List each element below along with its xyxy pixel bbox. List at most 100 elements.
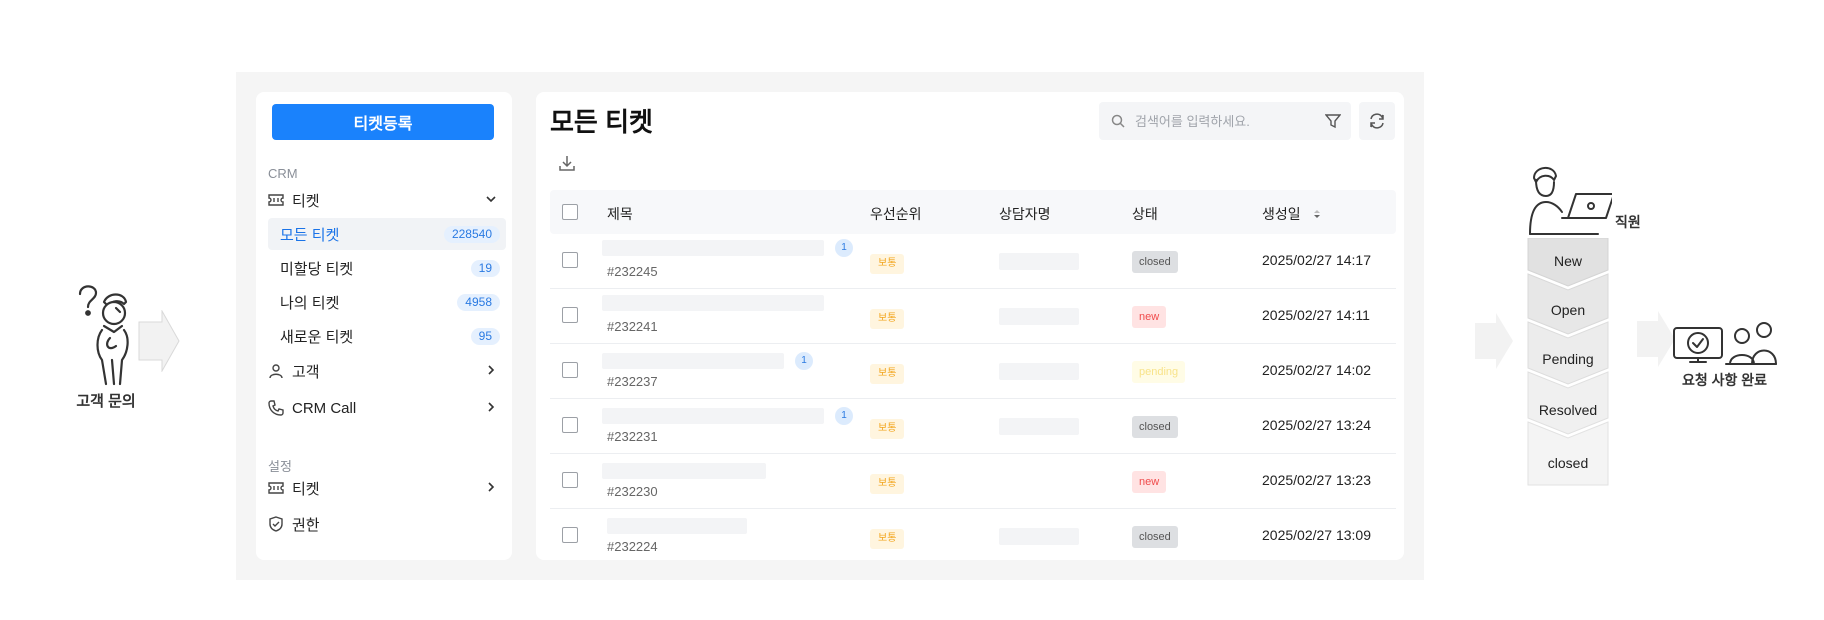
title-placeholder <box>602 408 824 424</box>
status-step-open: Open <box>1550 302 1586 318</box>
page-title: 모든 티켓 <box>550 107 653 137</box>
search-input[interactable] <box>1135 111 1305 131</box>
reply-count-badge: 1 <box>795 352 813 370</box>
sidebar-item-new-tickets[interactable]: 새로운 티켓 95 <box>268 320 506 352</box>
title-placeholder <box>607 518 747 534</box>
sidebar-item-customer[interactable]: 고객 <box>268 356 504 386</box>
agent-placeholder <box>999 363 1079 380</box>
select-all-checkbox[interactable] <box>562 204 578 220</box>
priority-badge: 보통 <box>870 419 905 439</box>
ticket-icon <box>268 192 284 208</box>
sidebar-item-permission[interactable]: 권한 <box>268 509 504 539</box>
search-box <box>1099 102 1351 140</box>
agent-placeholder <box>999 308 1079 325</box>
priority-badge: 보통 <box>870 474 905 494</box>
column-created[interactable]: 생성일 <box>1262 204 1301 224</box>
flow-arrow-icon <box>1475 313 1513 369</box>
created-date: 2025/02/27 13:23 <box>1262 472 1371 488</box>
status-badge: pending <box>1132 361 1186 383</box>
status-step-resolved: Resolved <box>1538 402 1598 418</box>
priority-badge: 보통 <box>870 364 905 384</box>
created-date: 2025/02/27 14:11 <box>1262 307 1370 323</box>
download-icon[interactable] <box>558 154 576 172</box>
sidebar-item-label: 티켓 <box>292 192 320 210</box>
sidebar-item-unassigned-tickets[interactable]: 미할당 티켓 19 <box>268 252 506 284</box>
status-step-closed: closed <box>1547 455 1589 471</box>
sidebar-item-settings-ticket[interactable]: 티켓 <box>268 473 504 503</box>
priority-badge: 보통 <box>870 309 905 329</box>
sidebar-item-label: CRM Call <box>292 399 357 417</box>
row-checkbox[interactable] <box>562 362 578 378</box>
refresh-button[interactable] <box>1359 102 1395 140</box>
count-badge: 228540 <box>443 226 500 243</box>
phone-icon <box>268 400 284 416</box>
request-complete-label: 요청 사항 완료 <box>1682 372 1768 388</box>
table-header: 제목 우선순위 상담자명 상태 생성일 <box>550 190 1396 234</box>
sidebar-item-label: 고객 <box>292 363 320 381</box>
refresh-icon <box>1370 113 1384 129</box>
sidebar-item-label: 나의 티켓 <box>280 294 340 312</box>
status-badge: closed <box>1132 251 1178 273</box>
status-flow: New Open Pending Resolved closed <box>1527 238 1609 486</box>
status-badge: new <box>1132 471 1167 493</box>
status-step-new: New <box>1553 253 1582 269</box>
ticket-id: #232241 <box>607 319 658 334</box>
sidebar-item-label: 새로운 티켓 <box>280 328 354 346</box>
flow-arrow-icon <box>1637 311 1675 367</box>
status-step-pending: Pending <box>1542 351 1594 367</box>
chevron-right-icon <box>488 365 495 375</box>
column-priority: 우선순위 <box>870 206 922 222</box>
ticket-id: #232237 <box>607 374 658 389</box>
register-ticket-button[interactable]: 티켓등록 <box>272 104 494 140</box>
reply-count-badge: 1 <box>835 239 853 257</box>
chevron-right-icon <box>488 402 495 412</box>
sidebar-item-all-tickets[interactable]: 모든 티켓 228540 <box>268 218 506 250</box>
customer-label: 고객 문의 <box>76 393 136 410</box>
priority-badge: 보통 <box>870 529 905 549</box>
created-date: 2025/02/27 13:09 <box>1262 527 1371 543</box>
sidebar-item-crm-call[interactable]: CRM Call <box>268 393 504 423</box>
flow-arrow-icon <box>138 310 180 372</box>
row-checkbox[interactable] <box>562 252 578 268</box>
chevron-right-icon <box>488 482 495 492</box>
search-icon <box>1111 114 1125 128</box>
count-badge: 95 <box>470 328 500 345</box>
table-row[interactable]: 1 #232245 보통 closed 2025/02/27 14:17 <box>550 234 1396 289</box>
sidebar-item-label: 권한 <box>292 516 320 534</box>
column-status: 상태 <box>1132 206 1158 222</box>
sidebar-item-label: 티켓 <box>292 480 320 498</box>
title-placeholder <box>602 353 784 369</box>
shield-check-icon <box>268 516 284 532</box>
ticket-id: #232245 <box>607 264 658 279</box>
ticket-id: #232230 <box>607 484 658 499</box>
filter-icon[interactable] <box>1325 113 1341 129</box>
sidebar-item-label: 모든 티켓 <box>280 226 340 244</box>
row-checkbox[interactable] <box>562 307 578 323</box>
title-placeholder <box>602 463 766 479</box>
sidebar-item-my-tickets[interactable]: 나의 티켓 4958 <box>268 286 506 318</box>
reply-count-badge: 1 <box>835 407 853 425</box>
table-row[interactable]: 1 #232237 보통 pending 2025/02/27 14:02 <box>550 344 1396 399</box>
count-badge: 19 <box>470 260 500 277</box>
table-row[interactable]: 1 #232231 보통 closed 2025/02/27 13:24 <box>550 399 1396 454</box>
agent-placeholder <box>999 528 1079 545</box>
title-placeholder <box>602 240 824 256</box>
sort-icon[interactable] <box>1312 209 1322 219</box>
row-checkbox[interactable] <box>562 472 578 488</box>
user-icon <box>268 363 284 379</box>
status-badge: closed <box>1132 526 1178 548</box>
agent-placeholder <box>999 253 1079 270</box>
table-row[interactable]: #232224 보통 closed 2025/02/27 13:09 <box>550 509 1396 564</box>
table-row[interactable]: #232241 보통 new 2025/02/27 14:11 <box>550 289 1396 344</box>
chevron-down-icon <box>486 196 496 203</box>
crm-section-label: CRM <box>268 166 298 181</box>
created-date: 2025/02/27 13:24 <box>1262 417 1371 433</box>
title-placeholder <box>602 295 824 311</box>
row-checkbox[interactable] <box>562 417 578 433</box>
table-row[interactable]: #232230 보통 new 2025/02/27 13:23 <box>550 454 1396 509</box>
row-checkbox[interactable] <box>562 527 578 543</box>
request-complete-icon <box>1673 322 1777 365</box>
priority-badge: 보통 <box>870 254 905 274</box>
sidebar-item-ticket[interactable]: 티켓 <box>268 185 504 215</box>
ticket-table: 제목 우선순위 상담자명 상태 생성일 1 #232245 보통 closed … <box>550 190 1396 564</box>
